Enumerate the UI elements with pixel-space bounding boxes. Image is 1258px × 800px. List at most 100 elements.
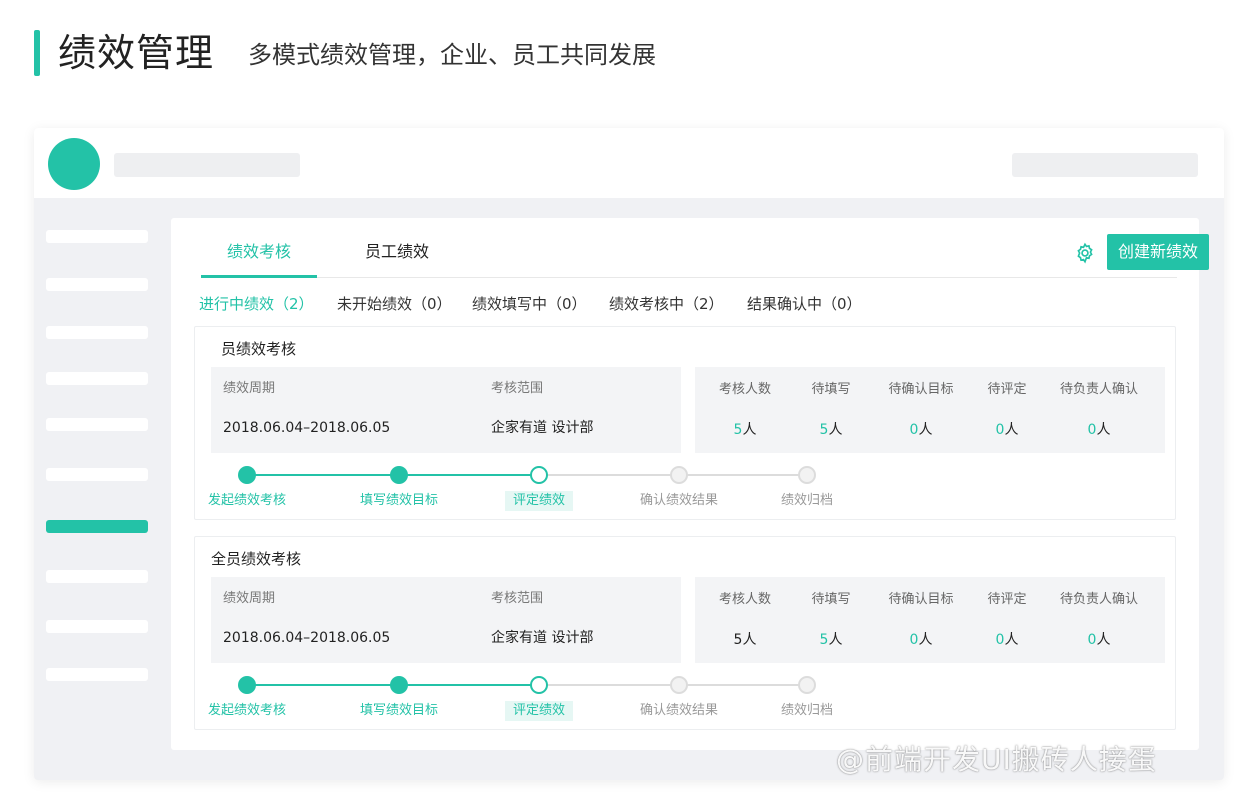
step-dot — [238, 466, 256, 484]
step-label[interactable]: 评定绩效 — [504, 701, 574, 721]
stat-label: 待评定 — [987, 592, 1027, 607]
step-dot — [390, 676, 408, 694]
performance-card: 绩效考核 员工绩效 创建新绩效 进行中绩效（2） 未开始绩效（0） 绩效填写中（… — [171, 218, 1209, 750]
step-label[interactable]: 填写绩效目标 — [360, 701, 438, 721]
step-dot — [798, 676, 816, 694]
stat-value: 0人 — [871, 421, 971, 439]
stat-unit: 人 — [918, 632, 933, 648]
review-stats-box: 考核人数 5人 待填写 5人 待确认目标 0人 待评定 0人 待负责人确认 0人 — [695, 367, 1165, 453]
stat-label: 待负责人确认 — [1059, 592, 1138, 607]
sidebar-item[interactable] — [46, 278, 148, 291]
step-label[interactable]: 确认绩效结果 — [640, 701, 718, 721]
stat-unit: 人 — [1004, 422, 1019, 438]
stat-label: 考核人数 — [718, 382, 771, 397]
review-stats-box: 考核人数 5人 待填写 5人 待确认目标 0人 待评定 0人 待负责人确认 0人 — [695, 577, 1165, 663]
step-label[interactable]: 发起绩效考核 — [208, 491, 286, 511]
page-subtitle: 多模式绩效管理，企业、员工共同发展 — [248, 41, 656, 69]
stat-value: 0人 — [1049, 631, 1149, 649]
sidebar-item[interactable] — [46, 668, 148, 681]
stat-unit: 人 — [918, 422, 933, 438]
stat-unit: 人 — [742, 632, 757, 648]
step-dot — [670, 676, 688, 694]
step-label[interactable]: 绩效归档 — [781, 701, 833, 721]
stat-value: 0人 — [957, 631, 1057, 649]
watermark: @前端开发UI搬砖人接蛋 — [836, 743, 1157, 776]
step-dot — [530, 466, 548, 484]
stat-label: 待填写 — [811, 382, 851, 397]
stat-value: 0人 — [871, 631, 971, 649]
stat-value: 0人 — [1049, 421, 1149, 439]
stat-label: 待确认目标 — [888, 592, 954, 607]
step-connector — [399, 474, 539, 476]
step-label[interactable]: 确认绩效结果 — [640, 491, 718, 511]
sidebar-item[interactable] — [46, 620, 148, 633]
scope-value: 企家有道 设计部 — [491, 420, 594, 436]
period-label: 绩效周期 — [223, 381, 276, 396]
stat-value: 5人 — [695, 421, 795, 439]
top-bar — [34, 128, 1224, 198]
review-info-box: 绩效周期 考核范围 2018.06.04–2018.06.05 企家有道 设计部 — [211, 577, 681, 663]
step-label[interactable]: 发起绩效考核 — [208, 701, 286, 721]
title-accent-bar — [34, 30, 40, 76]
step-dot — [670, 466, 688, 484]
top-bar-placeholder-left — [114, 153, 300, 177]
review-title: 员绩效考核 — [221, 340, 297, 358]
review-panel[interactable]: 全员绩效考核 绩效周期 考核范围 2018.06.04–2018.06.05 企… — [194, 536, 1176, 730]
step-dot — [530, 676, 548, 694]
step-connector — [247, 684, 399, 686]
sidebar-item[interactable] — [46, 230, 148, 243]
stat-unit: 人 — [828, 632, 843, 648]
create-performance-button[interactable]: 创建新绩效 — [1107, 234, 1209, 270]
stat-label: 待填写 — [811, 592, 851, 607]
filter-confirming[interactable]: 结果确认中（0） — [747, 292, 862, 316]
sidebar-item[interactable] — [46, 468, 148, 481]
sidebar-item[interactable] — [46, 326, 148, 339]
gear-icon[interactable] — [1074, 242, 1096, 264]
step-dot — [390, 466, 408, 484]
stat-unit: 人 — [1096, 632, 1111, 648]
period-value: 2018.06.04–2018.06.05 — [223, 420, 391, 436]
filter-reviewing[interactable]: 绩效考核中（2） — [609, 292, 724, 316]
stat-value: 0人 — [957, 421, 1057, 439]
step-connector — [679, 474, 807, 476]
step-connector — [247, 474, 399, 476]
step-connector — [679, 684, 807, 686]
filter-in-progress[interactable]: 进行中绩效（2） — [199, 292, 314, 316]
sidebar-item[interactable] — [46, 520, 148, 533]
step-connector — [539, 474, 679, 476]
stat-value: 5人 — [695, 631, 795, 649]
app-logo[interactable] — [48, 138, 100, 190]
step-connector — [399, 684, 539, 686]
review-title: 全员绩效考核 — [211, 550, 302, 568]
stat-label: 待评定 — [987, 382, 1027, 397]
tab-performance-review[interactable]: 绩效考核 — [201, 230, 317, 278]
scope-value: 企家有道 设计部 — [491, 630, 594, 646]
stat-unit: 人 — [1096, 422, 1111, 438]
sidebar-item[interactable] — [46, 418, 148, 431]
step-label[interactable]: 绩效归档 — [781, 491, 833, 511]
stat-label: 待确认目标 — [888, 382, 954, 397]
period-value: 2018.06.04–2018.06.05 — [223, 630, 391, 646]
scope-label: 考核范围 — [491, 591, 544, 606]
tab-employee-performance[interactable]: 员工绩效 — [347, 230, 447, 278]
review-panel[interactable]: 员绩效考核 绩效周期 考核范围 2018.06.04–2018.06.05 企家… — [194, 326, 1176, 520]
app-window: 绩效考核 员工绩效 创建新绩效 进行中绩效（2） 未开始绩效（0） 绩效填写中（… — [34, 128, 1224, 780]
step-dot — [798, 466, 816, 484]
stat-label: 考核人数 — [718, 592, 771, 607]
review-info-box: 绩效周期 考核范围 2018.06.04–2018.06.05 企家有道 设计部 — [211, 367, 681, 453]
progress-steps: 发起绩效考核 填写绩效目标 评定绩效 确认绩效结果 绩效归档 — [195, 463, 895, 513]
stat-value: 5人 — [781, 631, 881, 649]
stat-label: 待负责人确认 — [1059, 382, 1138, 397]
step-connector — [539, 684, 679, 686]
stat-unit: 人 — [828, 422, 843, 438]
stat-unit: 人 — [1004, 632, 1019, 648]
sidebar-item[interactable] — [46, 570, 148, 583]
tab-bar: 绩效考核 员工绩效 创建新绩效 — [201, 230, 1209, 278]
filter-filling[interactable]: 绩效填写中（0） — [472, 292, 587, 316]
step-dot — [238, 676, 256, 694]
filter-not-started[interactable]: 未开始绩效（0） — [337, 292, 452, 316]
step-label[interactable]: 评定绩效 — [504, 491, 574, 511]
sidebar-item[interactable] — [46, 372, 148, 385]
stat-unit: 人 — [742, 422, 757, 438]
step-label[interactable]: 填写绩效目标 — [360, 491, 438, 511]
